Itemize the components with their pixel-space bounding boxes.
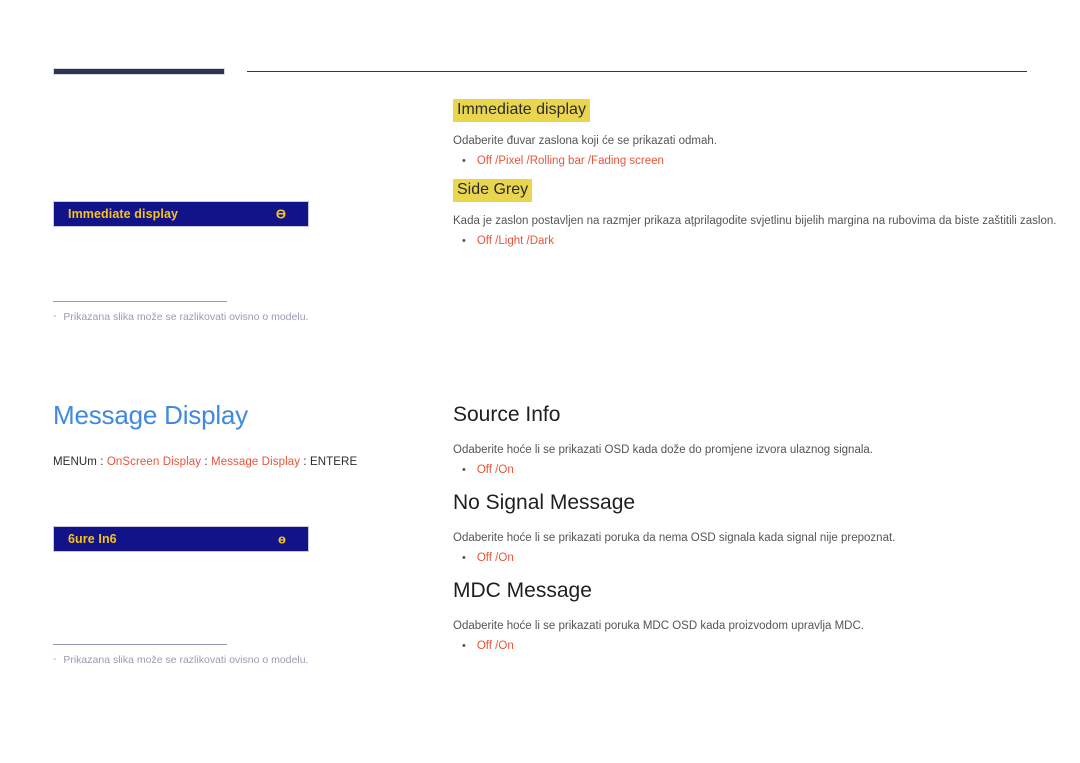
entry-options-row: • Off /On — [453, 462, 1028, 478]
entry-heading-no-signal-message: No Signal Message — [453, 491, 636, 514]
entry-heading-mdc-message: MDC Message — [453, 579, 592, 602]
header-rule-thick — [53, 68, 225, 75]
note-text: Prikazana slika može se razlikovati ovis… — [63, 654, 309, 666]
entry-description: Odaberite hoće li se prikazati poruka da… — [453, 532, 896, 544]
entry-options: Off /On — [476, 640, 514, 652]
bullet-icon: • — [462, 464, 466, 476]
note-text: Prikazana slika može se razlikovati ovis… — [63, 311, 309, 323]
bullet-icon: • — [462, 235, 466, 247]
entry-side-grey: Side Grey Kada je zaslon postavljen na r… — [453, 179, 1057, 249]
breadcrumb-prefix: MENUm — [53, 456, 97, 468]
note-row: - Prikazana slika može se razlikovati ov… — [53, 653, 427, 667]
note-divider — [53, 644, 227, 645]
entry-options-row: • Off /Light /Dark — [453, 233, 1028, 249]
header-rule-thin — [247, 71, 1027, 72]
entry-options: Off /Pixel /Rolling bar /Fading screen — [476, 155, 664, 167]
entry-no-signal-message: No Signal Message Odaberite hoće li se p… — [453, 490, 1028, 566]
section-one-note: - Prikazana slika može se razlikovati ov… — [53, 301, 427, 324]
breadcrumb-level-one: OnScreen Display — [106, 456, 202, 468]
bullet-icon: • — [462, 155, 466, 167]
note-dash: - — [53, 654, 57, 665]
breadcrumb-level-two: Message Display — [211, 456, 301, 468]
menu-path-breadcrumb: MENUm : OnScreen Display : Message Displ… — [53, 456, 427, 468]
entry-heading-wrap: Side Grey — [453, 179, 1028, 202]
osd-value-glyph-icon: ө — [278, 531, 286, 547]
entry-immediate-display: Immediate display Odaberite đuvar zaslon… — [453, 99, 1028, 169]
section-two-note: - Prikazana slika može se razlikovati ov… — [53, 644, 427, 667]
entry-options: Off /On — [476, 464, 514, 476]
entry-source-info: Source Info Odaberite hoće li se prikaza… — [453, 402, 1028, 478]
bullet-icon: • — [462, 552, 466, 564]
entry-options-row: • Off /On — [453, 638, 1028, 654]
entry-mdc-message: MDC Message Odaberite hoće li se prikaza… — [453, 578, 1028, 654]
page-header-rule — [53, 68, 1027, 78]
entry-heading-source-info: Source Info — [453, 403, 561, 426]
entry-description: Kada je zaslon postavljen na razmjer pri… — [453, 215, 1057, 227]
page-title-message-display: Message Display — [53, 400, 248, 430]
osd-menu-row-immediate-display[interactable]: Immediate display Ө — [53, 201, 309, 227]
breadcrumb-suffix: ENTERE — [309, 456, 358, 468]
entry-options-row: • Off /Pixel /Rolling bar /Fading screen — [453, 153, 1028, 169]
section-one-osd-preview: Immediate display Ө — [53, 201, 427, 227]
osd-value-glyph-icon: Ө — [275, 206, 286, 222]
entry-options: Off /On — [476, 552, 514, 564]
entry-description: Odaberite đuvar zaslona koji će se prika… — [453, 135, 718, 147]
osd-menu-row-source-info[interactable]: 6ure In6 ө — [53, 526, 309, 552]
entry-heading-side-grey: Side Grey — [453, 179, 533, 202]
breadcrumb: MENUm : OnScreen Display : Message Displ… — [53, 456, 427, 468]
note-divider — [53, 301, 227, 302]
osd-menu-row-label: 6ure In6 — [68, 532, 117, 546]
section-two-header: Message Display — [53, 400, 427, 431]
entry-heading-immediate-display: Immediate display — [453, 99, 590, 122]
entry-options: Off /Light /Dark — [476, 235, 554, 247]
note-row: - Prikazana slika može se razlikovati ov… — [53, 310, 427, 324]
entry-description: Odaberite hoće li se prikazati poruka MD… — [453, 620, 864, 632]
entry-description: Odaberite hoće li se prikazati OSD kada … — [453, 444, 873, 456]
osd-menu-row-label: Immediate display — [68, 207, 179, 221]
section-two-osd-preview: 6ure In6 ө — [53, 526, 427, 552]
entry-heading-wrap: Immediate display — [453, 99, 1028, 122]
bullet-icon: • — [462, 640, 466, 652]
note-dash: - — [53, 311, 57, 322]
entry-options-row: • Off /On — [453, 550, 1028, 566]
